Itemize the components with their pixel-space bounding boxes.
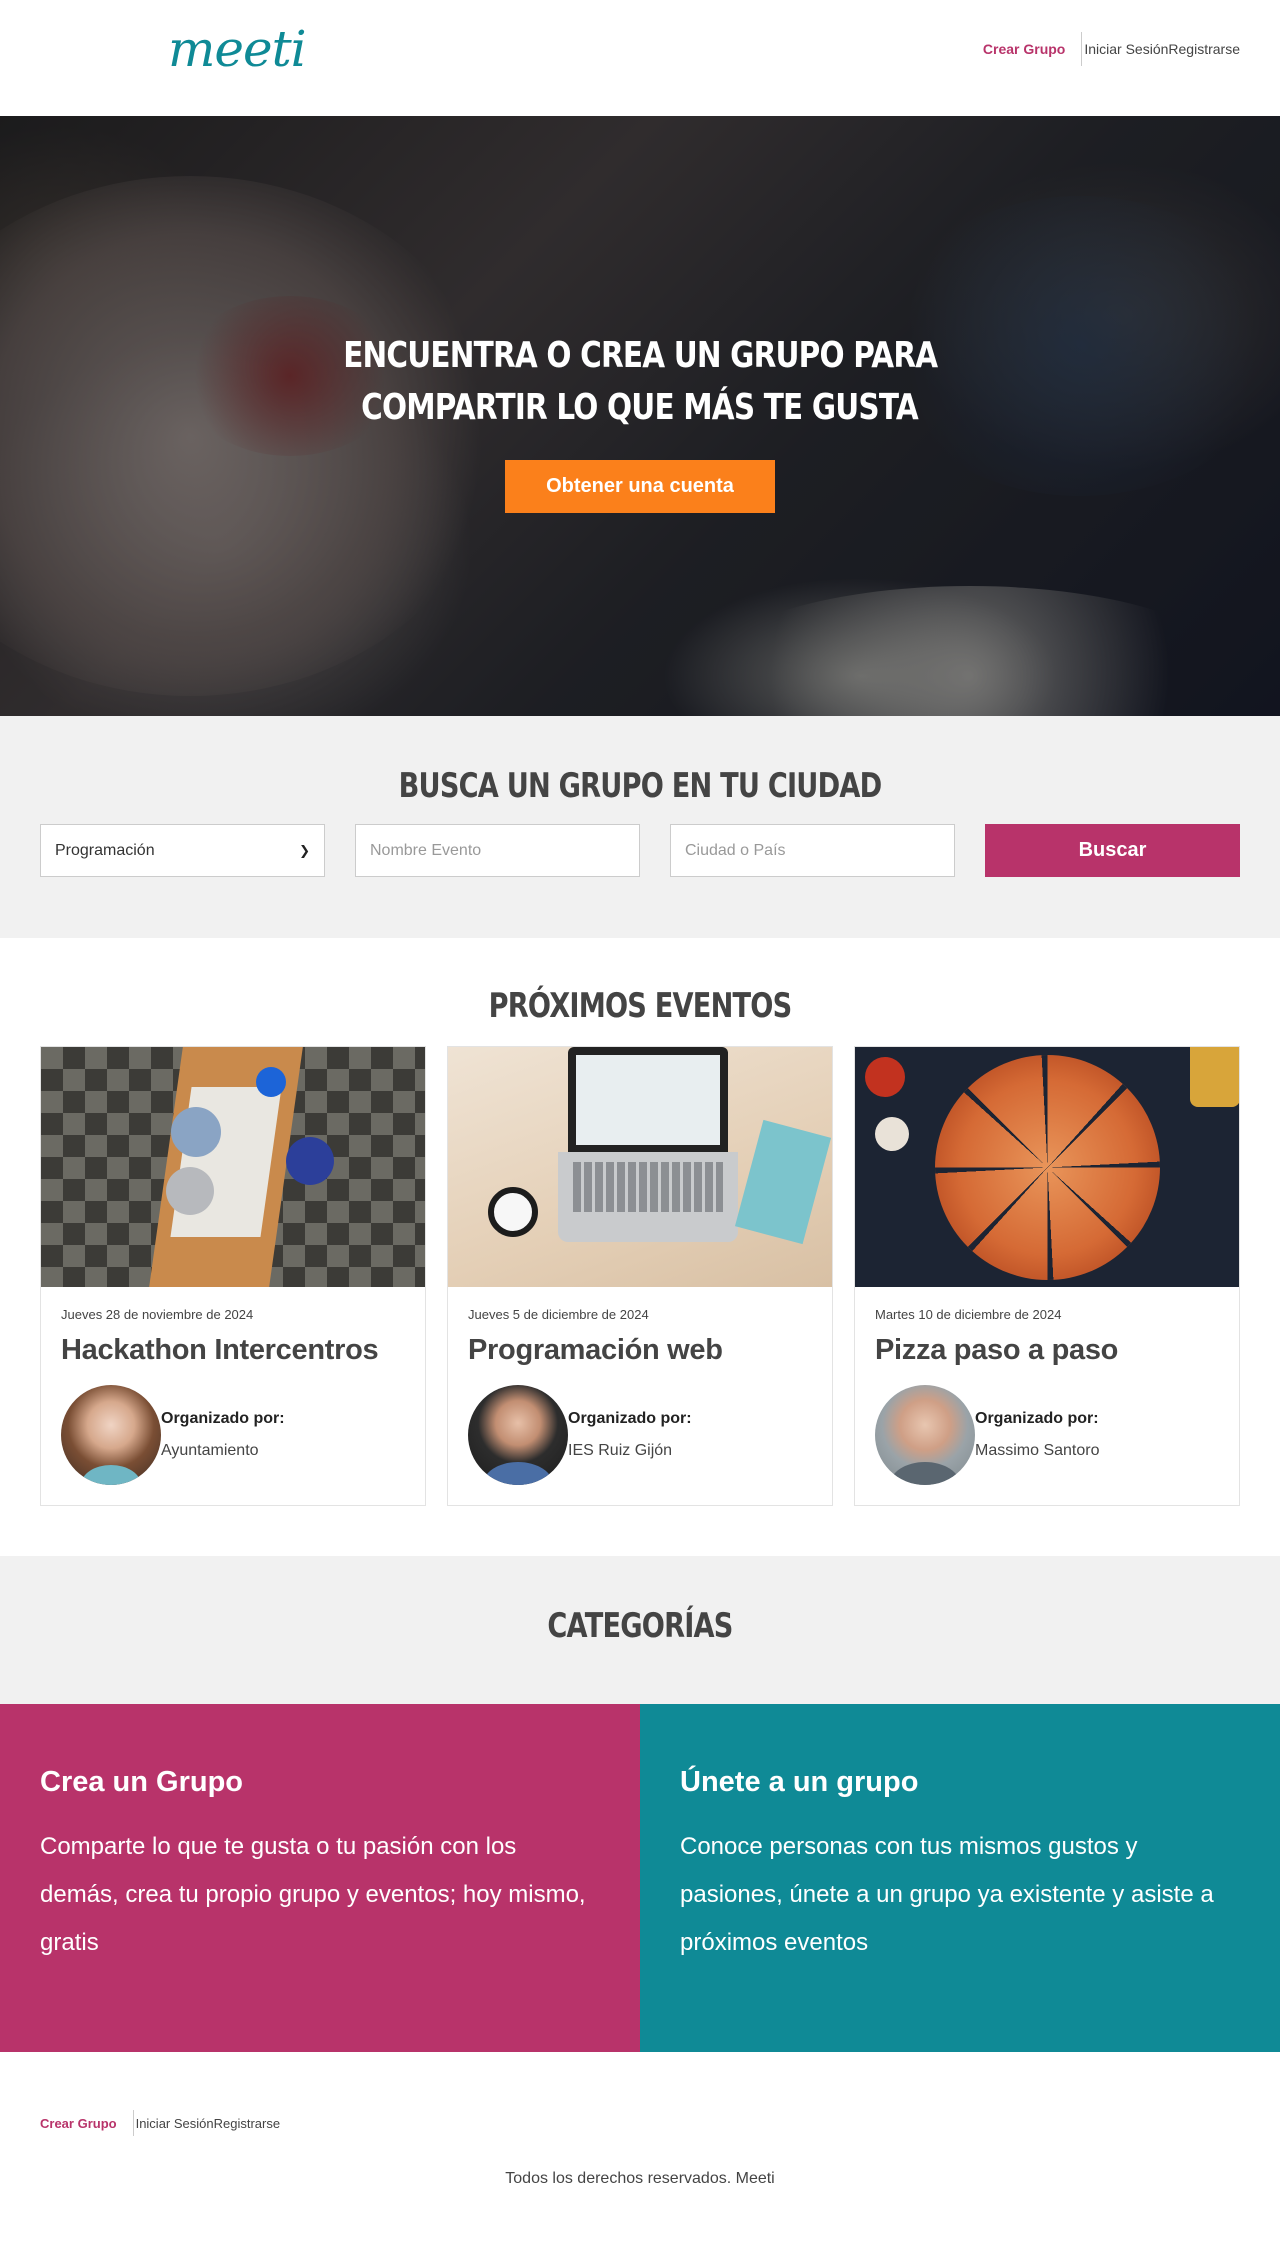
event-card-body: Jueves 28 de noviembre de 2024 Hackathon… xyxy=(41,1287,425,1505)
get-account-button[interactable]: Obtener una cuenta xyxy=(505,460,775,513)
event-name-input[interactable]: Nombre Evento xyxy=(355,824,640,877)
event-card[interactable]: Jueves 28 de noviembre de 2024 Hackathon… xyxy=(40,1046,426,1506)
woman-avatar xyxy=(61,1385,161,1485)
event-title[interactable]: Hackathon Intercentros xyxy=(61,1334,405,1367)
events-section: Próximos eventos Jueves 28 de noviembre … xyxy=(0,938,1280,1556)
main-nav: Crear Grupo Iniciar Sesión Registrarse xyxy=(983,32,1240,66)
person-shape xyxy=(171,1107,221,1157)
category-title: Crea un Grupo xyxy=(40,1766,244,1798)
event-organizer: Organizado por: IES Ruiz Gijón xyxy=(468,1385,812,1485)
category-create-group: Crea un Grupo Comparte lo que te gusta o… xyxy=(0,1704,640,2052)
garlic-shape xyxy=(875,1117,909,1151)
nav-login-link[interactable]: Iniciar Sesión xyxy=(1084,41,1168,57)
event-cards: Jueves 28 de noviembre de 2024 Hackathon… xyxy=(40,1046,1240,1506)
footer-nav: Crear Grupo Iniciar Sesión Registrarse xyxy=(40,2110,1240,2136)
category-select-value: Programación xyxy=(55,841,155,859)
footer-login-link[interactable]: Iniciar Sesión xyxy=(136,2116,214,2131)
organizer-text: Organizado por: Ayuntamiento xyxy=(161,1410,285,1460)
coffee-cup xyxy=(488,1187,538,1237)
hero-section: Encuentra o crea un grupo para compartir… xyxy=(0,116,1280,716)
avatar-shirt xyxy=(483,1462,553,1485)
pizza-slices xyxy=(935,1055,1160,1280)
tomato-shape xyxy=(865,1057,905,1097)
person-shape xyxy=(166,1167,214,1215)
organizer-name: Ayuntamiento xyxy=(161,1442,259,1459)
event-card-body: Jueves 5 de diciembre de 2024 Programaci… xyxy=(448,1287,832,1505)
site-footer: Crear Grupo Iniciar Sesión Registrarse T… xyxy=(0,2052,1280,2246)
city-input[interactable]: Ciudad o País xyxy=(670,824,955,877)
search-form: Programación ❯ Nombre Evento Ciudad o Pa… xyxy=(0,824,1280,877)
category-text: Conoce personas con tus mismos gustos y … xyxy=(680,1833,1214,1956)
search-section: Busca un grupo en tu ciudad Programación… xyxy=(0,716,1280,938)
bald-man-avatar xyxy=(875,1385,975,1485)
nav-create-group-link[interactable]: Crear Grupo xyxy=(983,32,1083,66)
category-select[interactable]: Programación ❯ xyxy=(40,824,325,877)
event-title[interactable]: Pizza paso a paso xyxy=(875,1334,1219,1367)
chevron-down-icon: ❯ xyxy=(299,842,310,858)
event-card[interactable]: Martes 10 de diciembre de 2024 Pizza pas… xyxy=(854,1046,1240,1506)
city-placeholder: Ciudad o País xyxy=(685,841,786,859)
laptop-coffee-image xyxy=(448,1047,832,1287)
event-card-body: Martes 10 de diciembre de 2024 Pizza pas… xyxy=(855,1287,1239,1505)
avatar-shirt xyxy=(890,1462,960,1485)
categories-section: Crea un Grupo Comparte lo que te gusta o… xyxy=(0,1704,1280,2052)
drink-shape xyxy=(1190,1047,1239,1107)
event-date: Jueves 28 de noviembre de 2024 xyxy=(61,1307,254,1322)
event-card[interactable]: Jueves 5 de diciembre de 2024 Programaci… xyxy=(447,1046,833,1506)
hero-title-line-1: Encuentra o crea un grupo para xyxy=(342,335,938,376)
site-logo[interactable]: meeti xyxy=(168,24,307,74)
event-organizer: Organizado por: Ayuntamiento xyxy=(61,1385,405,1485)
organizer-text: Organizado por: IES Ruiz Gijón xyxy=(568,1410,692,1460)
meeting-table-image xyxy=(41,1047,425,1287)
organizer-label: Organizado por: xyxy=(975,1410,1099,1427)
pizza-image xyxy=(855,1047,1239,1287)
organizer-label: Organizado por: xyxy=(568,1410,692,1427)
categories-title: Categorías xyxy=(547,1606,733,1646)
event-date: Jueves 5 de diciembre de 2024 xyxy=(468,1307,649,1322)
category-title: Únete a un grupo xyxy=(680,1766,919,1798)
hero-title-line-2: compartir lo que más te gusta xyxy=(361,387,920,428)
laptop-keyboard xyxy=(573,1162,723,1212)
category-text: Comparte lo que te gusta o tu pasión con… xyxy=(40,1833,586,1956)
event-title[interactable]: Programación web xyxy=(468,1334,812,1367)
man-glasses-avatar xyxy=(468,1385,568,1485)
footer-create-group-link[interactable]: Crear Grupo xyxy=(40,2110,134,2136)
search-title: Busca un grupo en tu ciudad xyxy=(398,766,883,806)
laptop-display xyxy=(576,1055,720,1145)
person-shape xyxy=(286,1137,334,1185)
organizer-name: Massimo Santoro xyxy=(975,1442,1100,1459)
event-date: Martes 10 de diciembre de 2024 xyxy=(875,1307,1062,1322)
category-join-group: Únete a un grupo Conoce personas con tus… xyxy=(640,1704,1280,2052)
site-header: meeti Crear Grupo Iniciar Sesión Registr… xyxy=(0,0,1280,116)
event-name-placeholder: Nombre Evento xyxy=(370,841,482,859)
organizer-name: IES Ruiz Gijón xyxy=(568,1442,673,1459)
copyright-text: Todos los derechos reservados. Meeti xyxy=(505,2170,775,2187)
nav-register-link[interactable]: Registrarse xyxy=(1168,41,1240,57)
footer-register-link[interactable]: Registrarse xyxy=(214,2116,280,2131)
event-organizer: Organizado por: Massimo Santoro xyxy=(875,1385,1219,1485)
categories-header: Categorías xyxy=(0,1556,1280,1704)
notebook xyxy=(734,1119,832,1245)
search-button[interactable]: Buscar xyxy=(985,824,1240,877)
helmet-shape xyxy=(256,1067,286,1097)
hero-content: Encuentra o crea un grupo para compartir… xyxy=(0,330,1280,513)
organizer-label: Organizado por: xyxy=(161,1410,285,1427)
organizer-text: Organizado por: Massimo Santoro xyxy=(975,1410,1100,1460)
avatar-shirt xyxy=(81,1465,141,1485)
events-title: Próximos eventos xyxy=(488,986,793,1026)
